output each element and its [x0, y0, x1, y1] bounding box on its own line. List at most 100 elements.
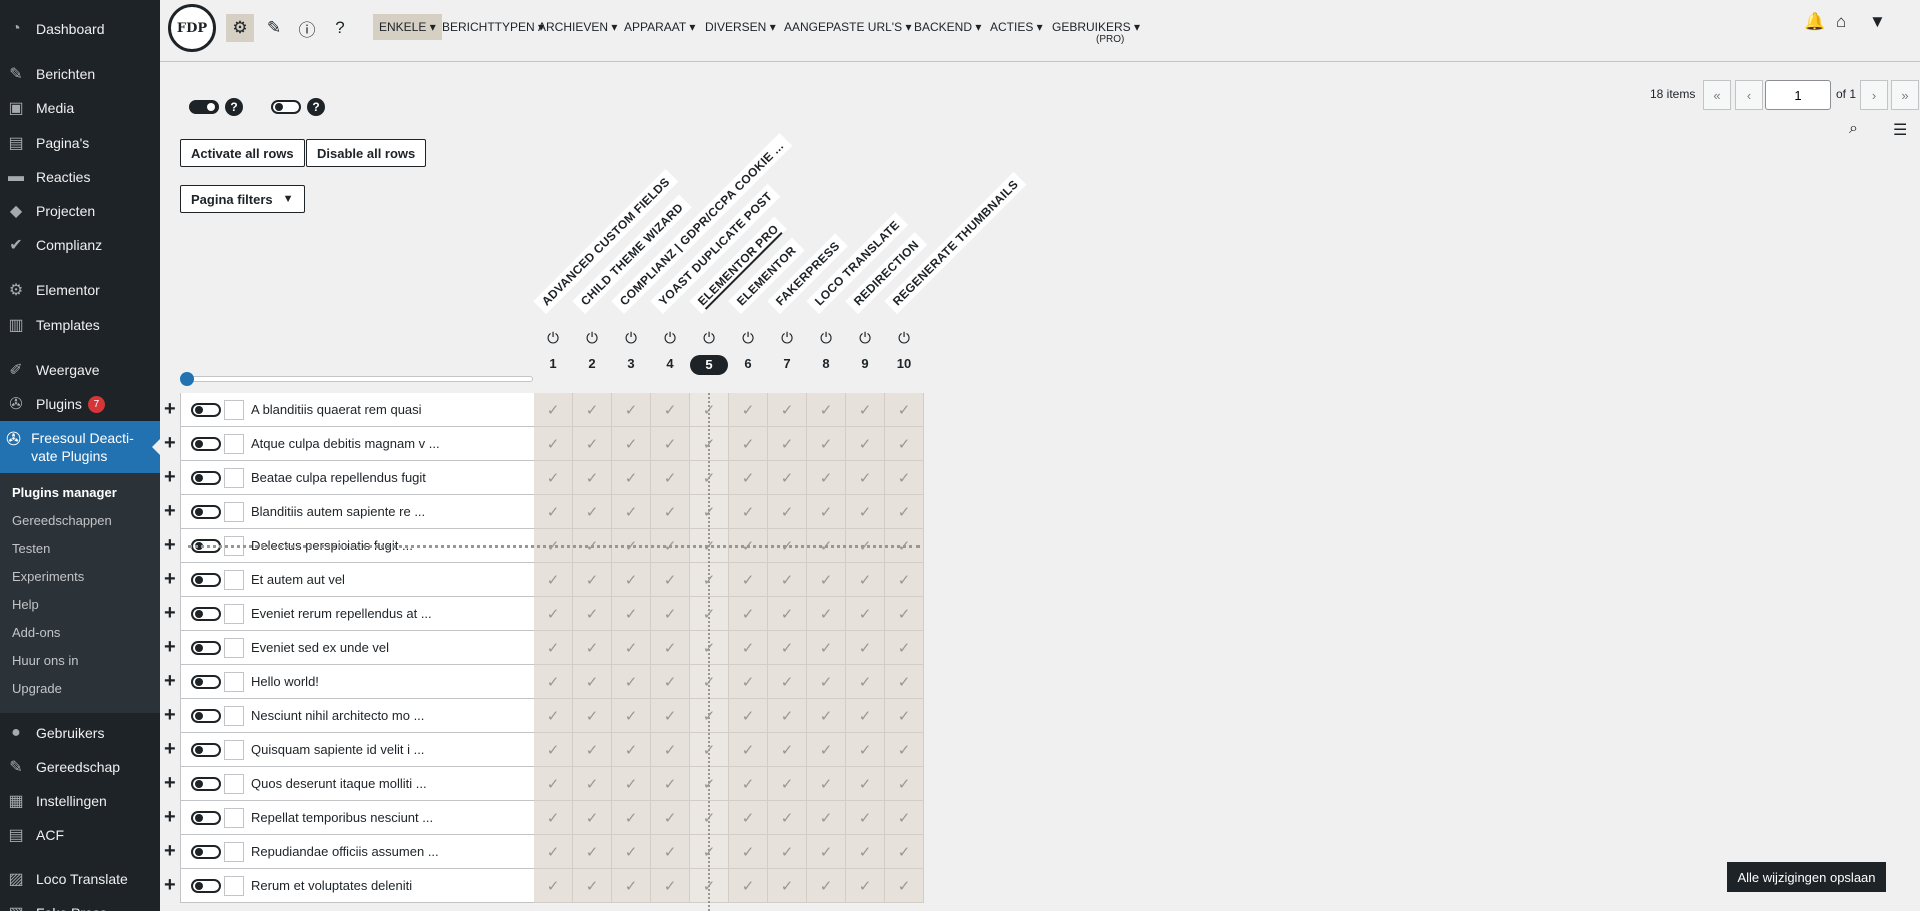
plugin-state-check[interactable]: ✓	[885, 563, 924, 597]
plugin-state-check[interactable]: ✓	[651, 393, 690, 427]
plugin-state-check[interactable]: ✓	[651, 631, 690, 665]
plugin-state-check[interactable]: ✓	[534, 733, 573, 767]
plugin-state-check[interactable]: ✓	[534, 461, 573, 495]
home-icon[interactable]: ⌂	[1836, 12, 1846, 32]
plugin-state-check[interactable]: ✓	[807, 393, 846, 427]
plugin-state-check[interactable]: ✓	[846, 835, 885, 869]
expand-row-icon[interactable]: +	[164, 705, 176, 725]
plugin-state-check[interactable]: ✓	[729, 733, 768, 767]
row-checkbox[interactable]	[224, 570, 244, 590]
expand-row-icon[interactable]: +	[164, 569, 176, 589]
plugin-state-check[interactable]: ✓	[729, 427, 768, 461]
plugin-state-check[interactable]: ✓	[573, 665, 612, 699]
row-toggle[interactable]	[191, 675, 221, 689]
global-toggle-off[interactable]	[271, 100, 301, 114]
row-toggle[interactable]	[191, 709, 221, 723]
question-icon[interactable]: ?	[326, 14, 354, 42]
plugin-state-check[interactable]: ✓	[846, 767, 885, 801]
plugin-state-check[interactable]: ✓	[846, 461, 885, 495]
plugin-state-check[interactable]: ✓	[729, 461, 768, 495]
expand-row-icon[interactable]: +	[164, 603, 176, 623]
activate-all-rows-button[interactable]: Activate all rows	[180, 139, 305, 167]
bell-icon[interactable]: 🔔	[1804, 12, 1825, 32]
plugin-state-check[interactable]: ✓	[729, 393, 768, 427]
plugin-state-check[interactable]: ✓	[534, 393, 573, 427]
plugin-state-check[interactable]: ✓	[729, 563, 768, 597]
column-number[interactable]: 2	[573, 356, 611, 371]
plugin-state-check[interactable]: ✓	[768, 427, 807, 461]
nav-apparaat[interactable]: Apparaat ▾	[618, 14, 701, 40]
sidebar-item-instellingen[interactable]: ▦ Instellingen	[0, 786, 160, 816]
row-checkbox[interactable]	[224, 604, 244, 624]
expand-row-icon[interactable]: +	[164, 535, 176, 555]
plugin-state-check[interactable]: ✓	[651, 869, 690, 903]
expand-row-icon[interactable]: +	[164, 399, 176, 419]
sidebar-item-media[interactable]: ▣ Media	[0, 93, 160, 123]
plugin-state-check[interactable]: ✓	[807, 495, 846, 529]
expand-row-icon[interactable]: +	[164, 467, 176, 487]
row-checkbox[interactable]	[224, 774, 244, 794]
column-number[interactable]: 1	[534, 356, 572, 371]
plugin-state-check[interactable]: ✓	[885, 461, 924, 495]
plugin-state-check[interactable]: ✓	[573, 427, 612, 461]
sidebar-item-plugins[interactable]: ✇ Plugins 7	[0, 389, 160, 419]
row-toggle[interactable]	[191, 743, 221, 757]
sidebar-item-freesoul[interactable]: ✇ Freesoul Deacti-vate Plugins	[0, 421, 160, 473]
plugin-state-check[interactable]: ✓	[612, 699, 651, 733]
plug-icon[interactable]: ⏻	[573, 330, 611, 347]
nav-diversen[interactable]: Diversen ▾	[699, 14, 782, 40]
expand-row-icon[interactable]: +	[164, 739, 176, 759]
submenu-item[interactable]: Add-ons	[0, 619, 160, 647]
plug-icon[interactable]: ⏻	[846, 330, 884, 347]
plugin-state-check[interactable]: ✓	[846, 665, 885, 699]
plugin-state-check[interactable]: ✓	[885, 835, 924, 869]
sidebar-item-projecten[interactable]: ◆ Projecten	[0, 196, 160, 226]
plugin-state-check[interactable]: ✓	[807, 563, 846, 597]
submenu-item[interactable]: Testen	[0, 535, 160, 563]
plugin-state-check[interactable]: ✓	[885, 665, 924, 699]
info-icon[interactable]: ⓘ	[293, 14, 321, 42]
plugin-state-check[interactable]: ✓	[729, 869, 768, 903]
row-toggle[interactable]	[191, 777, 221, 791]
row-toggle[interactable]	[191, 437, 221, 451]
plugin-state-check[interactable]: ✓	[885, 393, 924, 427]
plugin-state-check[interactable]: ✓	[768, 767, 807, 801]
plugin-state-check[interactable]: ✓	[768, 563, 807, 597]
plugin-state-check[interactable]: ✓	[807, 869, 846, 903]
plugin-state-check[interactable]: ✓	[807, 699, 846, 733]
plugin-state-check[interactable]: ✓	[846, 869, 885, 903]
plugin-state-check[interactable]: ✓	[729, 699, 768, 733]
row-checkbox[interactable]	[224, 706, 244, 726]
plugin-state-check[interactable]: ✓	[846, 597, 885, 631]
plugin-state-check[interactable]: ✓	[573, 393, 612, 427]
column-number[interactable]: 4	[651, 356, 689, 371]
plugin-state-check[interactable]: ✓	[573, 733, 612, 767]
plugin-state-check[interactable]: ✓	[612, 563, 651, 597]
first-page-button[interactable]: «	[1703, 80, 1731, 110]
plugin-state-check[interactable]: ✓	[768, 665, 807, 699]
plug-icon[interactable]: ⏻	[729, 330, 767, 347]
row-checkbox[interactable]	[224, 842, 244, 862]
plugin-state-check[interactable]: ✓	[534, 869, 573, 903]
expand-row-icon[interactable]: +	[164, 807, 176, 827]
plugin-state-check[interactable]: ✓	[885, 767, 924, 801]
save-all-changes-button[interactable]: Alle wijzigingen opslaan	[1727, 862, 1886, 892]
plugin-state-check[interactable]: ✓	[807, 631, 846, 665]
plugin-state-check[interactable]: ✓	[729, 665, 768, 699]
row-toggle[interactable]	[191, 607, 221, 621]
plugin-state-check[interactable]: ✓	[885, 733, 924, 767]
sidebar-item-berichten[interactable]: ✎ Berichten	[0, 59, 160, 89]
plugin-state-check[interactable]: ✓	[534, 699, 573, 733]
sidebar-item-gebruikers[interactable]: ● Gebruikers	[0, 718, 160, 748]
next-page-button[interactable]: ›	[1860, 80, 1888, 110]
plugin-state-check[interactable]: ✓	[768, 495, 807, 529]
plugin-state-check[interactable]: ✓	[612, 869, 651, 903]
row-toggle[interactable]	[191, 573, 221, 587]
last-page-button[interactable]: »	[1891, 80, 1919, 110]
help-icon[interactable]: ?	[225, 98, 243, 116]
plugin-state-check[interactable]: ✓	[807, 733, 846, 767]
plugin-state-check[interactable]: ✓	[807, 801, 846, 835]
plugin-state-check[interactable]: ✓	[768, 461, 807, 495]
plugin-state-check[interactable]: ✓	[885, 631, 924, 665]
row-toggle[interactable]	[191, 811, 221, 825]
